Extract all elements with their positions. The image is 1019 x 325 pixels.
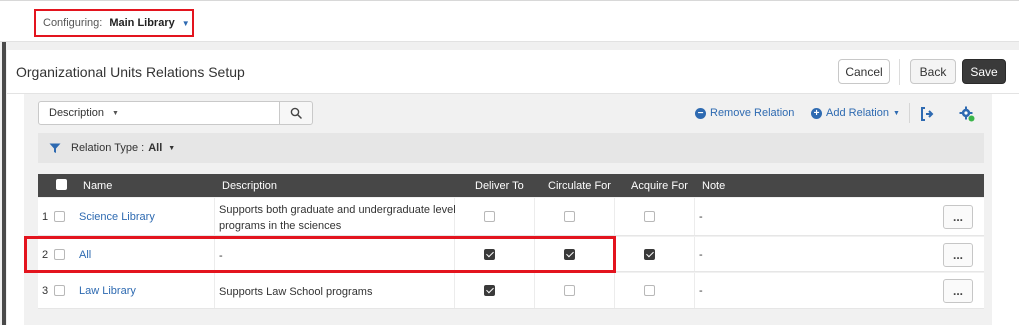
library-name[interactable]: Main Library <box>109 17 174 29</box>
cancel-button[interactable]: Cancel <box>838 59 890 84</box>
deliver-to-checkbox[interactable] <box>484 285 495 296</box>
column-divider <box>214 198 215 235</box>
row-note: - <box>699 211 703 223</box>
top-divider <box>0 0 1019 1</box>
acquire-for-checkbox[interactable] <box>644 285 655 296</box>
column-header-deliver-to[interactable]: Deliver To <box>475 180 524 192</box>
search-button[interactable] <box>279 101 313 125</box>
name-link[interactable]: Law Library <box>79 285 136 297</box>
left-border-bar <box>2 42 6 325</box>
deliver-to-checkbox[interactable] <box>484 211 495 222</box>
column-header-acquire-for[interactable]: Acquire For <box>631 180 688 192</box>
row-description-line2: programs in the sciences <box>219 220 342 232</box>
column-divider <box>614 198 615 235</box>
remove-relation-label: Remove Relation <box>710 107 795 119</box>
column-header-circulate-for[interactable]: Circulate For <box>548 180 611 192</box>
add-relation-button[interactable]: + Add Relation ▼ <box>811 107 900 119</box>
highlight-box <box>24 236 616 273</box>
column-divider <box>694 237 695 271</box>
row-note: - <box>699 249 703 261</box>
column-header-note[interactable]: Note <box>702 180 725 192</box>
column-divider <box>614 273 615 308</box>
chevron-down-icon: ▼ <box>112 109 119 117</box>
column-divider <box>454 273 455 308</box>
column-divider <box>694 273 695 308</box>
chevron-down-icon: ▼ <box>168 144 176 152</box>
column-divider <box>694 198 695 235</box>
search-field-select[interactable]: Description ▼ <box>38 101 126 125</box>
minus-circle-icon: − <box>695 107 706 119</box>
column-header-description[interactable]: Description <box>222 180 277 192</box>
chevron-down-icon[interactable]: ▼ <box>182 19 190 28</box>
row-actions-button[interactable]: ... <box>943 279 973 303</box>
filter-bar[interactable]: Relation Type : All ▼ <box>38 133 984 163</box>
add-relation-label: Add Relation <box>826 107 889 119</box>
table-row: 3 Law Library Supports Law School progra… <box>38 273 984 309</box>
save-button[interactable]: Save <box>962 59 1006 84</box>
row-checkbox[interactable] <box>54 285 65 296</box>
row-number: 1 <box>42 211 49 223</box>
row-checkbox[interactable] <box>54 211 65 222</box>
acquire-for-checkbox[interactable] <box>644 249 655 260</box>
row-description: Supports Law School programs <box>219 286 373 298</box>
circulate-for-checkbox[interactable] <box>564 285 575 296</box>
left-border <box>0 42 7 325</box>
search-input[interactable] <box>125 101 280 125</box>
column-header-name[interactable]: Name <box>83 180 112 192</box>
row-description: Supports both graduate and undergraduate… <box>219 204 456 216</box>
row-number: 3 <box>42 285 49 297</box>
circulate-for-checkbox[interactable] <box>564 211 575 222</box>
divider <box>909 103 910 123</box>
table-header: Name Description Deliver To Circulate Fo… <box>38 174 984 197</box>
table-row: 1 Science Library Supports both graduate… <box>38 198 984 236</box>
configuring-label: Configuring: <box>43 17 103 29</box>
row-actions-button[interactable]: ... <box>943 243 973 267</box>
divider <box>899 59 900 85</box>
plus-circle-icon: + <box>811 107 822 119</box>
filter-icon <box>49 143 61 153</box>
row-note: - <box>699 285 703 297</box>
column-divider <box>214 273 215 308</box>
search-icon <box>290 107 302 119</box>
export-icon[interactable] <box>919 106 935 122</box>
settings-icon[interactable] <box>958 105 976 123</box>
column-divider <box>534 273 535 308</box>
filter-value: All <box>148 142 163 154</box>
back-button[interactable]: Back <box>910 59 956 84</box>
column-divider <box>534 198 535 235</box>
top-bar: Configuring: Main Library ▼ <box>0 0 1019 42</box>
configuring-selector[interactable]: Configuring: Main Library ▼ <box>34 9 194 37</box>
row-actions-button[interactable]: ... <box>943 205 973 229</box>
name-link[interactable]: Science Library <box>79 211 155 223</box>
page-title: Organizational Units Relations Setup <box>16 64 245 80</box>
chevron-down-icon: ▼ <box>893 109 900 117</box>
select-all-checkbox[interactable] <box>56 179 67 190</box>
filter-name: Relation Type : <box>71 142 145 154</box>
acquire-for-checkbox[interactable] <box>644 211 655 222</box>
remove-relation-button[interactable]: − Remove Relation <box>695 107 794 119</box>
search-field-label: Description <box>49 107 105 119</box>
